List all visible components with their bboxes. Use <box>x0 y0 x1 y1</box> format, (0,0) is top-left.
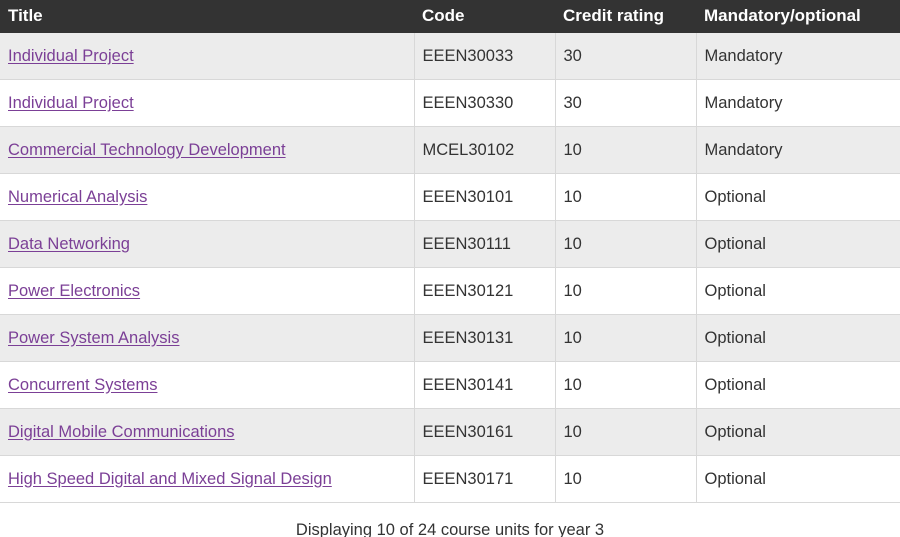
table-row: Data Networking EEEN30111 10 Optional <box>0 220 900 268</box>
table-row: Numerical Analysis EEEN30101 10 Optional <box>0 173 900 221</box>
course-title-link[interactable]: Concurrent Systems <box>8 376 157 394</box>
table-row: Individual Project EEEN30033 30 Mandatory <box>0 33 900 80</box>
cell-credit-rating: 10 <box>555 220 697 268</box>
table-row: Power System Analysis EEEN30131 10 Optional <box>0 314 900 362</box>
cell-title: Individual Project <box>0 79 415 127</box>
cell-mandatory-optional: Optional <box>696 314 900 362</box>
table-header: Title Code Credit rating Mandatory/optio… <box>0 0 900 33</box>
cell-code: EEEN30121 <box>414 267 556 315</box>
cell-credit-rating: 10 <box>555 126 697 174</box>
course-title-link[interactable]: Digital Mobile Communications <box>8 423 235 441</box>
column-header-title[interactable]: Title <box>0 0 414 33</box>
cell-title: Digital Mobile Communications <box>0 408 415 456</box>
table-row: Commercial Technology Development MCEL301… <box>0 126 900 174</box>
cell-mandatory-optional: Mandatory <box>696 126 900 174</box>
course-title-link[interactable]: Power Electronics <box>8 282 140 300</box>
cell-credit-rating: 10 <box>555 173 697 221</box>
cell-credit-rating: 10 <box>555 267 697 315</box>
table-row: Concurrent Systems EEEN30141 10 Optional <box>0 361 900 409</box>
cell-credit-rating: 10 <box>555 314 697 362</box>
course-title-link[interactable]: High Speed Digital and Mixed Signal Desi… <box>8 470 332 488</box>
cell-credit-rating: 10 <box>555 455 697 503</box>
cell-code: EEEN30141 <box>414 361 556 409</box>
course-units-table-container: Title Code Credit rating Mandatory/optio… <box>0 0 900 537</box>
table-row: Individual Project EEEN30330 30 Mandatory <box>0 79 900 127</box>
cell-code: EEEN30033 <box>414 33 556 80</box>
cell-mandatory-optional: Optional <box>696 408 900 456</box>
cell-credit-rating: 10 <box>555 361 697 409</box>
column-header-credit-rating[interactable]: Credit rating <box>555 0 696 33</box>
cell-title: Power System Analysis <box>0 314 415 362</box>
course-units-table: Title Code Credit rating Mandatory/optio… <box>0 0 900 503</box>
column-header-mandatory-optional[interactable]: Mandatory/optional <box>696 0 900 33</box>
cell-mandatory-optional: Optional <box>696 220 900 268</box>
cell-code: EEEN30101 <box>414 173 556 221</box>
cell-mandatory-optional: Optional <box>696 173 900 221</box>
table-caption: Displaying 10 of 24 course units for yea… <box>0 503 900 537</box>
column-header-code[interactable]: Code <box>414 0 555 33</box>
cell-credit-rating: 30 <box>555 33 697 80</box>
cell-credit-rating: 10 <box>555 408 697 456</box>
cell-title: Data Networking <box>0 220 415 268</box>
cell-mandatory-optional: Mandatory <box>696 33 900 80</box>
cell-credit-rating: 30 <box>555 79 697 127</box>
cell-title: Concurrent Systems <box>0 361 415 409</box>
table-row: High Speed Digital and Mixed Signal Desi… <box>0 455 900 503</box>
cell-code: EEEN30161 <box>414 408 556 456</box>
cell-code: MCEL30102 <box>414 126 556 174</box>
cell-mandatory-optional: Mandatory <box>696 79 900 127</box>
course-title-link[interactable]: Power System Analysis <box>8 329 179 347</box>
course-title-link[interactable]: Commercial Technology Development <box>8 141 286 159</box>
course-title-link[interactable]: Individual Project <box>8 47 134 65</box>
cell-title: Numerical Analysis <box>0 173 415 221</box>
cell-code: EEEN30131 <box>414 314 556 362</box>
cell-title: Commercial Technology Development <box>0 126 415 174</box>
course-title-link[interactable]: Individual Project <box>8 94 134 112</box>
cell-title: Individual Project <box>0 33 415 80</box>
cell-mandatory-optional: Optional <box>696 267 900 315</box>
cell-title: High Speed Digital and Mixed Signal Desi… <box>0 455 415 503</box>
table-header-row: Title Code Credit rating Mandatory/optio… <box>0 0 900 33</box>
table-row: Digital Mobile Communications EEEN30161 10… <box>0 408 900 456</box>
table-body: Individual Project EEEN30033 30 Mandatory In… <box>0 33 900 503</box>
course-title-link[interactable]: Data Networking <box>8 235 130 253</box>
cell-code: EEEN30330 <box>414 79 556 127</box>
course-title-link[interactable]: Numerical Analysis <box>8 188 147 206</box>
table-row: Power Electronics EEEN30121 10 Optional <box>0 267 900 315</box>
cell-code: EEEN30111 <box>414 220 556 268</box>
cell-title: Power Electronics <box>0 267 415 315</box>
cell-mandatory-optional: Optional <box>696 455 900 503</box>
cell-code: EEEN30171 <box>414 455 556 503</box>
cell-mandatory-optional: Optional <box>696 361 900 409</box>
